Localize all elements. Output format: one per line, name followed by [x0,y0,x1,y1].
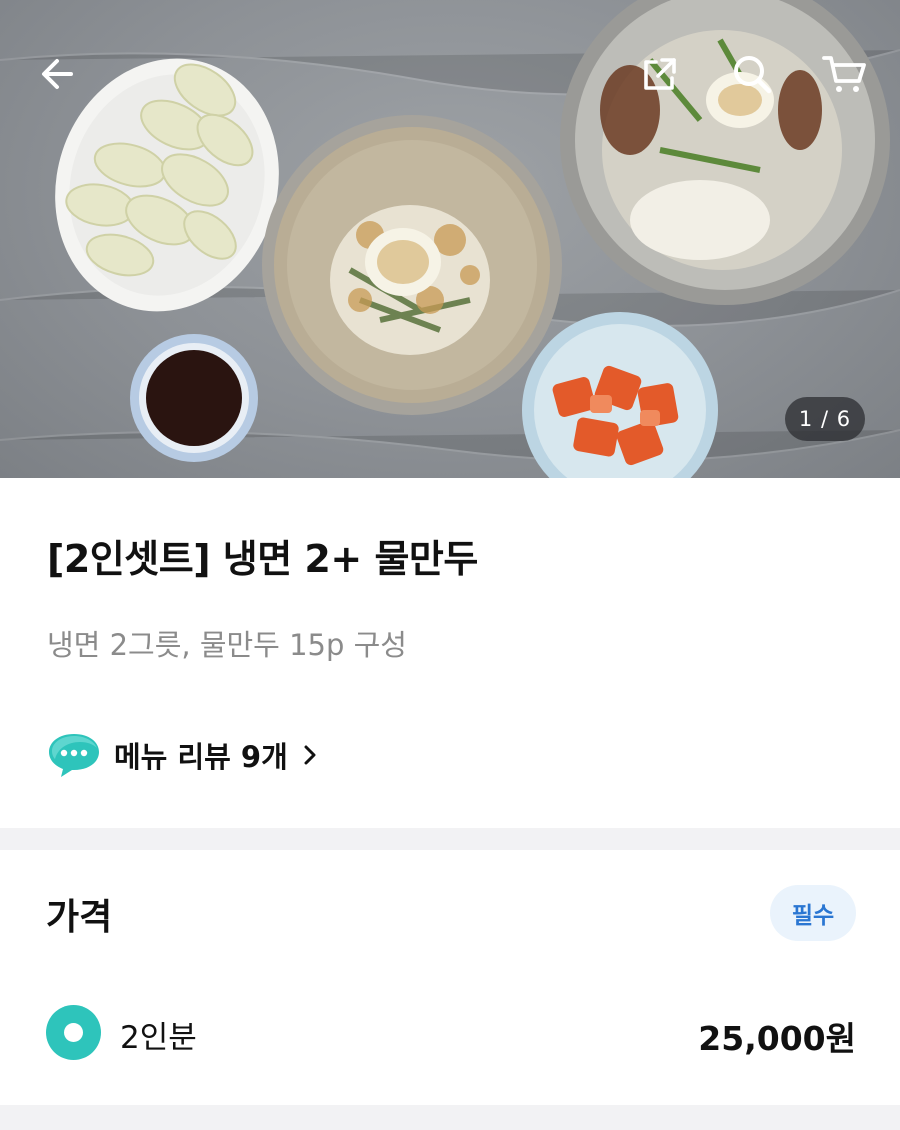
option-name: 2인분 [120,1020,197,1056]
product-photo[interactable]: 1 / 6 [0,0,900,478]
option-price: 25,000원 [698,1019,856,1058]
price-section-title: 가격 [46,897,113,938]
naengmyeon-bowl-center [262,115,562,415]
section-divider [0,828,900,850]
product-title: [2인셋트] 냉면 2+ 물만두 [47,537,478,581]
chevron-right-icon [304,745,316,765]
image-counter: 1 / 6 [785,397,865,441]
sauce-bowl [130,334,258,462]
kimchi-bowl [522,312,718,478]
section-divider-bottom [0,1105,900,1130]
cart-button[interactable] [814,44,874,104]
back-button[interactable] [27,44,87,104]
search-icon [734,56,772,94]
product-description: 냉면 2그릇, 물만두 15p 구성 [47,628,407,662]
back-arrow-icon [42,59,73,89]
share-icon [644,58,676,90]
share-button[interactable] [630,44,690,104]
cart-icon [822,56,866,92]
review-link-label: 메뉴 리뷰 9개 [114,740,288,774]
top-navigation-bar [0,0,900,150]
speech-bubble-icon [49,734,99,777]
required-badge: 필수 [770,885,856,941]
price-option-row[interactable]: 2인분 25,000원 [46,1002,856,1062]
search-button[interactable] [722,44,782,104]
menu-review-link[interactable]: 메뉴 리뷰 9개 [46,728,320,782]
radio-selected-icon[interactable] [46,1005,101,1060]
